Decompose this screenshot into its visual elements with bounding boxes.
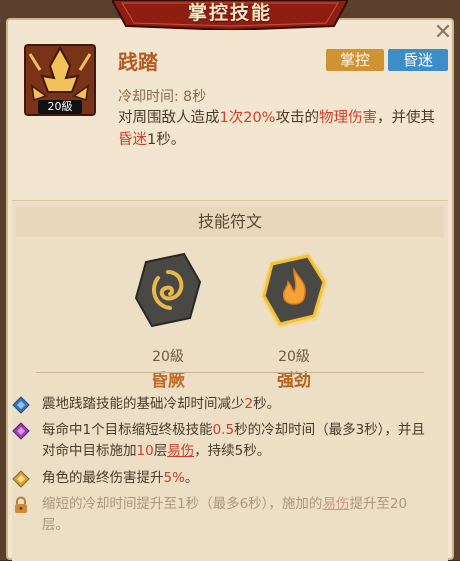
gold-diamond-icon bbox=[12, 470, 30, 488]
effect-value: 2 bbox=[244, 396, 254, 412]
desc-percent: 20% bbox=[243, 110, 276, 126]
blue-diamond-icon bbox=[12, 396, 30, 414]
desc-text: 1秒。 bbox=[147, 132, 186, 148]
tag-control: 掌控 bbox=[326, 49, 384, 71]
skill-level-badge: 20級 bbox=[38, 100, 82, 114]
desc-hits: 1次 bbox=[219, 110, 244, 126]
cooldown-text: 冷却时间: 8秒 bbox=[118, 89, 207, 105]
desc-text: 攻击的 bbox=[275, 110, 319, 126]
rune-effect-3: 角色的最终伤害提升5%。 bbox=[12, 468, 430, 489]
skill-name: 践踏 bbox=[118, 50, 158, 74]
swirl-rune-icon bbox=[134, 252, 202, 328]
desc-physical-damage: 物理伤害 bbox=[318, 110, 377, 126]
title-banner: 掌控技能 bbox=[110, 0, 350, 32]
effect-value: 10 bbox=[136, 443, 154, 459]
effect-text: ，持续5秒。 bbox=[194, 443, 271, 459]
section-divider bbox=[36, 372, 424, 373]
effect-text: 震地践踏技能的基础冷却时间减少 bbox=[42, 396, 245, 412]
effect-value: 5% bbox=[163, 470, 185, 486]
chevron-down-icon: ⌄ bbox=[286, 359, 302, 380]
close-icon[interactable]: ✕ bbox=[430, 20, 456, 46]
rune-level: 20級 bbox=[152, 349, 184, 365]
flame-rune-icon bbox=[260, 252, 328, 328]
desc-text: ，并使其 bbox=[376, 110, 435, 126]
effect-value: 0.5 bbox=[212, 422, 235, 438]
banner-title: 掌控技能 bbox=[187, 2, 272, 24]
vulnerable-link[interactable]: 易伤 bbox=[167, 443, 194, 459]
effect-text: 层 bbox=[153, 443, 168, 459]
rune-strong[interactable]: 20級 强劲 bbox=[254, 248, 334, 391]
lock-icon bbox=[15, 496, 27, 513]
effect-text: 角色的最终伤害提升 bbox=[42, 470, 164, 486]
effect-text: 每命中1个目标缩短终极技能 bbox=[42, 422, 213, 438]
rune-name: 昏厥 bbox=[151, 371, 185, 391]
tag-stun: 昏迷 bbox=[388, 49, 448, 71]
skill-icon: 20級 bbox=[24, 44, 96, 116]
effect-text: 。 bbox=[184, 470, 199, 486]
rune-effect-4-locked: 缩短的冷却时间提升至1秒（最多6秒），施加的易伤提升至20层。 bbox=[15, 494, 430, 536]
effect-text: 缩短的冷却时间提升至1秒（最多6秒），施加的 bbox=[42, 496, 323, 512]
desc-text: 对周围敌人造成 bbox=[118, 110, 220, 126]
skill-description: 对周围敌人造成1次20%攻击的物理伤害，并使其昏迷1秒。 bbox=[118, 107, 448, 151]
rune-faint[interactable]: 20級 昏厥 bbox=[128, 248, 208, 391]
effect-text: 秒。 bbox=[253, 396, 281, 412]
purple-diamond-icon bbox=[12, 422, 30, 440]
rune-section-title: 技能符文 bbox=[197, 212, 262, 231]
rune-header: 技能符文 bbox=[16, 207, 444, 237]
rune-effect-2: 每命中1个目标缩短终极技能0.5秒的冷却时间（最多3秒），并且对命中目标施加10… bbox=[12, 420, 430, 462]
rune-effect-1: 震地践踏技能的基础冷却时间减少2秒。 bbox=[12, 394, 430, 415]
vulnerable-link[interactable]: 易伤 bbox=[322, 496, 349, 512]
desc-stun: 昏迷 bbox=[118, 132, 147, 148]
